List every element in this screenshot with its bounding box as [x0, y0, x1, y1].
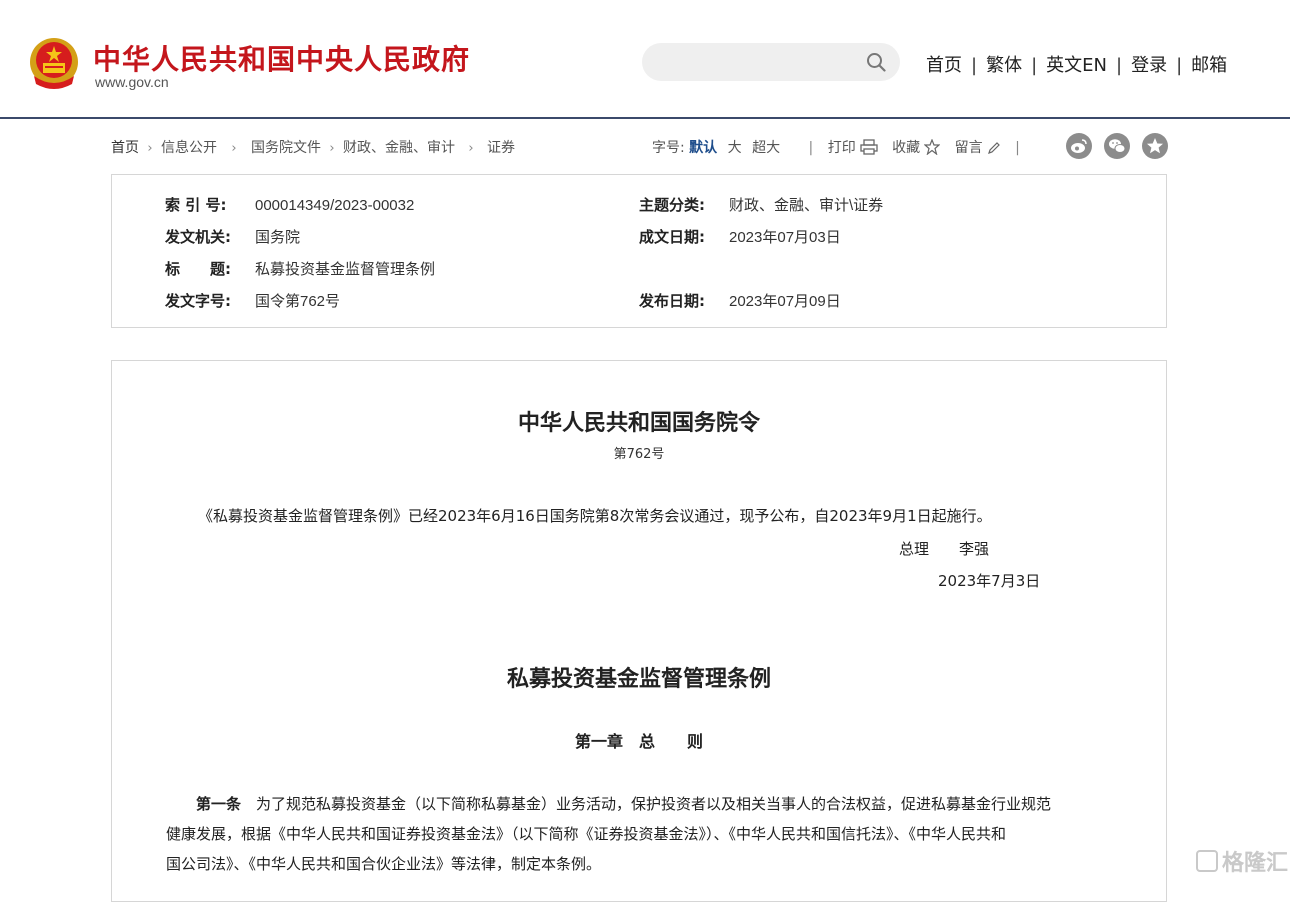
weibo-share-button[interactable]	[1066, 133, 1092, 159]
document-metadata: 索 引 号: 000014349/2023-00032 主题分类: 财政、金融、审计…	[111, 174, 1167, 328]
font-size-large[interactable]: 大	[728, 137, 742, 157]
article-1-label: 第一条	[196, 795, 242, 813]
comment-button[interactable]: 留言	[955, 137, 1011, 159]
breadcrumb-finance[interactable]: 财政、金融、审计	[343, 137, 455, 157]
nav-home[interactable]: 首页	[920, 51, 968, 77]
meta-title-row: 标 题: 私募投资基金监督管理条例	[165, 258, 435, 279]
meta-index-label: 索 引 号:	[165, 196, 227, 214]
sign-date: 2023年7月3日	[938, 572, 1041, 590]
chevron-right-icon: ›	[468, 141, 474, 156]
law-title: 私募投资基金监督管理条例	[506, 666, 771, 692]
meta-issuer-label: 发文机关:	[165, 228, 231, 246]
font-size-label: 字号:	[652, 140, 685, 156]
meta-index-row: 索 引 号: 000014349/2023-00032	[165, 194, 414, 215]
favorite-share-button[interactable]	[1142, 133, 1168, 159]
breadcrumb-home[interactable]: 首页	[111, 137, 139, 157]
article-1-line-3: 国公司法》、《中华人民共和国合伙企业法》等法律，制定本条例。	[166, 855, 602, 873]
wechat-share-button[interactable]	[1104, 133, 1130, 159]
meta-publish-date-value: 2023年07月09日	[729, 293, 841, 310]
pencil-icon	[987, 141, 1001, 159]
top-navigation: 首页 | 繁体 | 英文EN | 登录 | 邮箱	[920, 51, 1233, 77]
watermark-text: 格隆汇	[1222, 851, 1289, 876]
meta-topic-value: 财政、金融、审计\证券	[729, 197, 884, 214]
tools-separator: |	[1015, 140, 1020, 156]
meta-publish-date-label: 发布日期:	[639, 292, 705, 310]
nav-separator: |	[1116, 55, 1123, 76]
site-domain: www.gov.cn	[95, 74, 169, 90]
nav-separator: |	[1176, 55, 1183, 76]
nav-separator: |	[971, 55, 978, 76]
breadcrumb-state-council-docs[interactable]: 国务院文件	[251, 137, 321, 157]
article-1-line-1: 第一条 为了规范私募投资基金（以下简称私募基金）业务活动，保护投资者以及相关当事…	[196, 793, 1051, 814]
search-input[interactable]	[658, 51, 862, 75]
order-number: 第762号	[613, 447, 665, 462]
tools-separator: |	[808, 140, 814, 156]
article-1-line-2: 健康发展，根据《中华人民共和国证券投资基金法》（以下简称《证券投资基金法》）、《…	[166, 825, 1007, 843]
font-size-xlarge[interactable]: 超大	[752, 137, 780, 157]
search-box[interactable]	[642, 43, 900, 81]
meta-docno-value: 国令第762号	[255, 293, 341, 310]
breadcrumb-securities[interactable]: 证券	[487, 137, 515, 157]
meta-publish-date-row: 发布日期: 2023年07月09日	[639, 290, 841, 311]
star-outline-icon	[923, 138, 941, 159]
header-divider	[0, 117, 1290, 119]
star-icon	[1147, 138, 1163, 154]
meta-topic-label: 主题分类:	[639, 196, 705, 214]
chevron-right-icon: ›	[147, 141, 153, 156]
meta-written-date-row: 成文日期: 2023年07月03日	[639, 226, 841, 247]
printer-icon	[860, 139, 878, 159]
search-icon[interactable]	[866, 52, 886, 72]
font-size-default[interactable]: 默认	[689, 137, 717, 157]
breadcrumb: 首页 › 信息公开 › 国务院文件 › 财政、金融、审计 › 证券	[111, 137, 515, 157]
article-1-text: 为了规范私募投资基金（以下简称私募基金）业务活动，保护投资者以及相关当事人的合法…	[241, 795, 1052, 813]
promulgation-text: 《私募投资基金监督管理条例》已经2023年6月16日国务院第8次常务会议通过，现…	[198, 507, 992, 525]
weibo-icon	[1071, 139, 1087, 153]
meta-title-label: 标 题:	[165, 260, 231, 278]
watermark: 格隆汇	[1196, 845, 1288, 877]
meta-title-value: 私募投资基金监督管理条例	[255, 261, 436, 278]
meta-written-date-value: 2023年07月03日	[729, 229, 841, 246]
breadcrumb-info[interactable]: 信息公开	[161, 137, 217, 157]
nav-english[interactable]: 英文EN	[1040, 51, 1113, 77]
watermark-logo-icon	[1196, 850, 1218, 872]
meta-issuer-row: 发文机关: 国务院	[165, 226, 300, 247]
meta-docno-row: 发文字号: 国令第762号	[165, 290, 340, 311]
meta-docno-label: 发文字号:	[165, 292, 231, 310]
site-title[interactable]: 中华人民共和国中央人民政府	[93, 38, 470, 78]
nav-traditional[interactable]: 繁体	[980, 51, 1028, 77]
nav-mail[interactable]: 邮箱	[1185, 51, 1233, 77]
national-emblem-logo[interactable]	[28, 36, 80, 90]
meta-issuer-value: 国务院	[255, 229, 301, 246]
meta-index-value: 000014349/2023-00032	[255, 197, 415, 214]
comment-label: 留言	[954, 140, 983, 156]
article-tools: 字号: 默认 大 超大 | 打印 收藏 留言 |	[652, 137, 1030, 159]
favorite-label: 收藏	[892, 140, 921, 156]
wechat-icon	[1109, 139, 1126, 153]
article-content: 中华人民共和国国务院令 第762号 《私募投资基金监督管理条例》已经2023年6…	[111, 360, 1167, 902]
signer: 总理 李强	[899, 540, 990, 558]
nav-separator: |	[1031, 55, 1038, 76]
nav-login[interactable]: 登录	[1125, 51, 1173, 77]
print-label: 打印	[827, 140, 856, 156]
order-title: 中华人民共和国国务院令	[517, 410, 760, 436]
chevron-right-icon: ›	[329, 141, 335, 156]
meta-written-date-label: 成文日期:	[639, 228, 705, 246]
favorite-button[interactable]: 收藏	[892, 137, 950, 159]
meta-topic-row: 主题分类: 财政、金融、审计\证券	[639, 194, 883, 215]
print-button[interactable]: 打印	[828, 137, 888, 159]
chevron-right-icon: ›	[231, 141, 237, 156]
chapter-heading: 第一章 总 则	[574, 732, 703, 751]
